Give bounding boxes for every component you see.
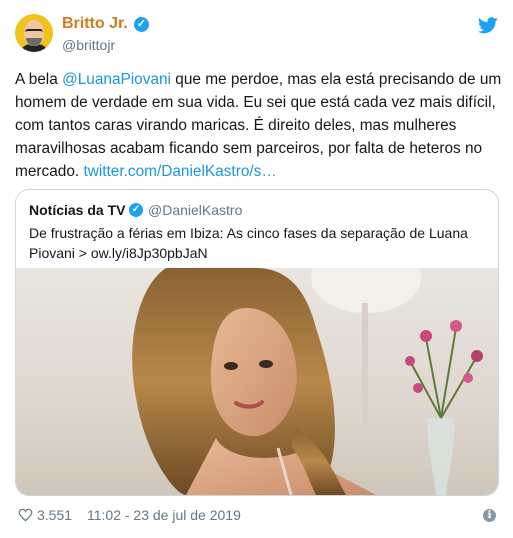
author-name[interactable]: Britto Jr. (62, 15, 128, 33)
tweet-timestamp[interactable]: 11:02 - 23 de jul de 2019 (87, 507, 241, 523)
verified-icon: ✓ (134, 17, 149, 32)
quoted-tweet-photo[interactable] (16, 268, 498, 495)
tweet-url-link[interactable]: twitter.com/DanielKastro/s… (83, 163, 276, 180)
tweet-text: A bela @LuanaPiovani que me perdoe, mas … (15, 68, 503, 183)
tweet-text-part: A bela (15, 71, 63, 88)
author-handle[interactable]: @brittojr (62, 37, 115, 53)
like-count[interactable]: 3.551 (37, 507, 72, 523)
quoted-tweet-text: De frustração a férias em Ibiza: As cinc… (29, 225, 468, 261)
quoted-author-handle[interactable]: @DanielKastro (148, 202, 242, 218)
quoted-tweet-card[interactable]: Notícias da TV ✓ @DanielKastro De frustr… (15, 189, 499, 496)
like-heart-icon[interactable] (18, 508, 33, 522)
twitter-bird-icon[interactable] (478, 17, 498, 34)
verified-icon: ✓ (129, 203, 143, 217)
photo-illustration (132, 268, 483, 495)
mention-link[interactable]: @LuanaPiovani (62, 71, 171, 88)
quoted-author-name[interactable]: Notícias da TV (29, 202, 125, 218)
author-avatar[interactable] (15, 14, 53, 52)
info-icon[interactable]: i (483, 509, 496, 522)
